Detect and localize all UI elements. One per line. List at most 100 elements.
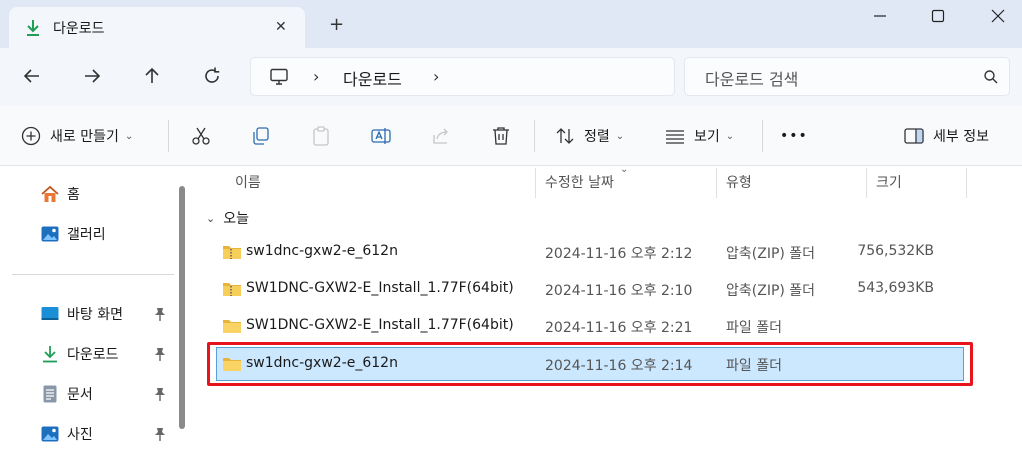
new-tab-button[interactable]: + [329,16,344,34]
view-list-icon [666,130,684,144]
sort-label: 정렬 [584,129,610,145]
breadcrumb-downloads[interactable]: 다운로드 [343,66,402,90]
zip-folder-icon [223,246,241,259]
sidebar-item-label: 다운로드 [67,347,119,363]
chevron-down-icon: ⌄ [725,130,735,142]
table-row[interactable]: sw1dnc-gxw2-e_612n 2024-11-16 오후 2:12 압축… [216,235,964,269]
file-name: sw1dnc-gxw2-e_612n [246,355,398,371]
file-type: 파일 폴더 [726,358,782,374]
toolbar-divider [762,120,763,152]
sidebar-item-label: 바탕 화면 [67,307,123,323]
sidebar-item-pictures[interactable]: 사진 [40,422,170,446]
file-list: 이름 수정한 날짜 ⌄ 유형 크기 ⌄ 오늘 sw1dnc-gxw2-e_612… [192,164,1022,449]
view-button[interactable]: 보기 ⌄ [664,106,734,166]
download-icon [27,20,39,36]
tab-label: 다운로드 [53,21,105,37]
breadcrumb-separator[interactable]: › [433,67,439,86]
sidebar-item-label: 문서 [67,387,93,403]
sidebar-item-home[interactable]: 홈 [40,182,170,206]
column-header-type[interactable]: 유형 [726,172,752,192]
sidebar-item-gallery[interactable]: 갤러리 [40,222,170,246]
this-pc-icon [270,68,288,85]
copy-icon[interactable] [250,125,272,147]
sidebar-item-downloads[interactable]: 다운로드 [40,342,170,366]
delete-icon[interactable] [490,125,512,147]
column-divider[interactable] [966,168,967,198]
file-size: 543,693KB [857,280,934,296]
folder-icon [223,358,241,371]
column-header-name[interactable]: 이름 [235,172,261,192]
column-header-date[interactable]: 수정한 날짜 [545,172,614,192]
chevron-down-icon: ⌄ [124,130,134,142]
home-icon [41,185,59,202]
document-icon [43,385,57,403]
tab-downloads[interactable]: 다운로드 ✕ [9,7,305,48]
file-date: 2024-11-16 오후 2:10 [545,283,693,299]
file-size: 756,532KB [857,243,934,259]
file-date: 2024-11-16 오후 2:21 [545,320,693,336]
file-type: 파일 폴더 [726,320,782,336]
maximize-button[interactable] [928,6,948,26]
more-options-button[interactable]: ••• [780,106,808,166]
navigation-pane: 홈 갤러리 바탕 화면 다운로드 문서 사진 [0,166,192,449]
pin-icon[interactable] [152,426,168,442]
download-icon [43,346,57,363]
paste-icon [313,126,329,146]
file-type: 압축(ZIP) 폴더 [726,246,816,262]
view-label: 보기 [694,129,720,145]
share-icon [433,128,448,144]
toolbar-divider [534,120,535,152]
sidebar-scrollbar[interactable] [179,186,185,429]
file-name: SW1DNC-GXW2-E_Install_1.77F(64bit) [246,280,514,296]
file-name: SW1DNC-GXW2-E_Install_1.77F(64bit) [246,317,514,333]
rename-icon[interactable] [370,125,392,147]
search-input[interactable]: 다운로드 검색 [684,57,1010,96]
more-icon: ••• [780,128,808,144]
details-pane-button[interactable]: 세부 정보 [903,106,989,166]
column-divider[interactable] [716,168,717,198]
pin-icon[interactable] [152,306,168,322]
file-date: 2024-11-16 오후 2:12 [545,246,693,262]
file-name: sw1dnc-gxw2-e_612n [246,243,398,259]
forward-button[interactable] [80,64,104,88]
pin-icon[interactable] [152,386,168,402]
close-window-button[interactable] [988,6,1008,26]
column-header-size[interactable]: 크기 [876,172,902,192]
column-divider[interactable] [866,168,867,198]
sidebar-item-label: 사진 [67,427,93,443]
address-bar[interactable]: › 다운로드 › [250,57,675,96]
folder-icon [223,320,241,333]
search-placeholder: 다운로드 검색 [705,70,799,89]
sidebar-item-desktop[interactable]: 바탕 화면 [40,302,170,326]
tab-close-button[interactable]: ✕ [275,19,287,35]
table-row[interactable]: SW1DNC-GXW2-E_Install_1.77F(64bit) 2024-… [216,272,964,306]
new-label: 새로 만들기 [50,129,119,145]
sort-button[interactable]: 정렬 ⌄ [554,106,624,166]
gallery-icon [41,226,59,242]
chevron-down-icon: ⌄ [615,130,625,142]
chevron-down-icon: ⌄ [206,211,216,225]
sidebar-item-documents[interactable]: 문서 [40,382,170,406]
zip-folder-icon [223,283,241,296]
search-icon [984,70,998,84]
group-label: 오늘 [223,211,249,227]
new-button[interactable]: 새로 만들기 ⌄ [20,106,133,166]
table-row[interactable]: SW1DNC-GXW2-E_Install_1.77F(64bit) 2024-… [216,309,964,343]
group-header-today[interactable]: ⌄ 오늘 [206,208,249,228]
minimize-button[interactable] [870,6,890,26]
file-date: 2024-11-16 오후 2:14 [545,358,693,374]
refresh-button[interactable] [200,64,224,88]
back-button[interactable] [20,64,44,88]
details-label: 세부 정보 [933,129,989,145]
cut-icon[interactable] [190,125,212,147]
up-button[interactable] [140,64,164,88]
column-divider[interactable] [535,168,536,198]
table-row-selected[interactable]: sw1dnc-gxw2-e_612n 2024-11-16 오후 2:14 파일… [216,347,964,381]
file-type: 압축(ZIP) 폴더 [726,283,816,299]
pin-icon[interactable] [152,346,168,362]
details-pane-icon [904,128,924,144]
sort-descending-icon: ⌄ [620,164,629,175]
breadcrumb-separator[interactable]: › [313,67,319,86]
sidebar-divider [12,274,174,275]
toolbar-divider [168,120,169,152]
